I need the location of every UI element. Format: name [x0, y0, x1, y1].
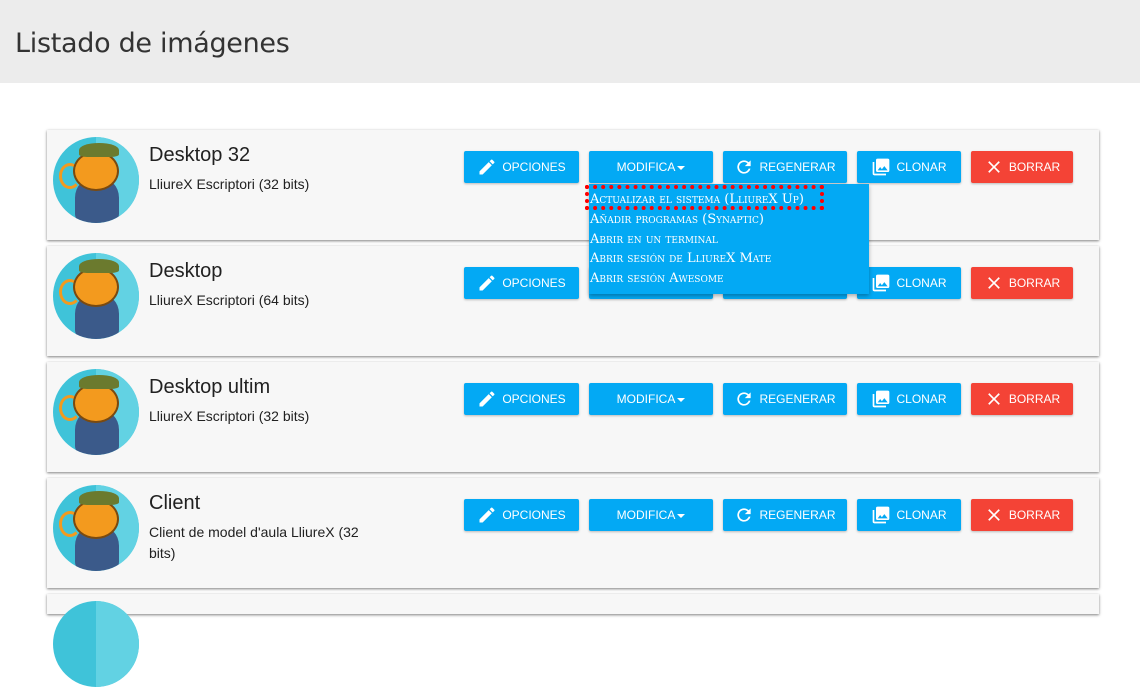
close-icon: [984, 389, 1004, 409]
image-description: LliureX Escriptori (32 bits): [149, 176, 310, 192]
delete-button[interactable]: BORRAR: [971, 383, 1073, 415]
photo-library-icon: [871, 157, 891, 177]
lliurex-mascot-avatar: [53, 137, 139, 223]
menu-item-open-terminal[interactable]: Abrir en un terminal: [589, 230, 718, 250]
pencil-icon: [477, 389, 497, 409]
regenerate-button[interactable]: REGENERAR: [723, 383, 847, 415]
pencil-icon: [477, 505, 497, 525]
options-label: OPCIONES: [502, 276, 566, 290]
modify-label: MODIFICA: [616, 392, 676, 406]
image-card: Desktop LliureX Escriptori (64 bits) OPC…: [47, 246, 1099, 356]
modify-dropdown-button[interactable]: MODIFICA: [589, 499, 713, 531]
delete-label: BORRAR: [1008, 276, 1061, 290]
image-title: Desktop 32: [149, 144, 251, 166]
refresh-icon: [734, 505, 754, 525]
menu-item-open-awesome-session[interactable]: Abrir sesión Awesome: [589, 269, 724, 289]
close-icon: [984, 505, 1004, 525]
menu-item-update-system[interactable]: Actualizar el sistema (LliureX Up): [589, 190, 804, 210]
delete-button[interactable]: BORRAR: [971, 267, 1073, 299]
refresh-icon: [734, 157, 754, 177]
options-button[interactable]: OPCIONES: [464, 267, 579, 299]
options-label: OPCIONES: [502, 160, 566, 174]
delete-label: BORRAR: [1008, 508, 1061, 522]
photo-library-icon: [871, 273, 891, 293]
image-card: Desktop ultim LliureX Escriptori (32 bit…: [47, 362, 1099, 472]
lliurex-mascot-avatar: [53, 253, 139, 339]
modify-dropdown-button[interactable]: MODIFICA: [589, 151, 713, 183]
modify-label: MODIFICA: [616, 160, 676, 174]
caret-down-icon: [677, 166, 686, 170]
options-button[interactable]: OPCIONES: [464, 151, 579, 183]
delete-label: BORRAR: [1008, 392, 1061, 406]
image-card: [47, 594, 1099, 687]
lliurex-mascot-avatar: [53, 485, 139, 571]
options-button[interactable]: OPCIONES: [464, 499, 579, 531]
pencil-icon: [477, 273, 497, 293]
options-button[interactable]: OPCIONES: [464, 383, 579, 415]
image-description: LliureX Escriptori (64 bits): [149, 292, 310, 308]
image-description: LliureX Escriptori (32 bits): [149, 408, 310, 424]
pencil-icon: [477, 157, 497, 177]
caret-down-icon: [677, 514, 686, 518]
delete-button[interactable]: BORRAR: [971, 151, 1073, 183]
image-title: Desktop ultim: [149, 376, 271, 398]
regenerate-label: REGENERAR: [759, 392, 836, 406]
clone-label: CLONAR: [896, 508, 947, 522]
clone-button[interactable]: CLONAR: [857, 151, 961, 183]
photo-library-icon: [871, 505, 891, 525]
delete-button[interactable]: BORRAR: [971, 499, 1073, 531]
refresh-icon: [734, 389, 754, 409]
regenerate-button[interactable]: REGENERAR: [723, 499, 847, 531]
modify-dropdown-menu: Actualizar el sistema (LliureX Up) Añadi…: [589, 184, 869, 294]
clone-button[interactable]: CLONAR: [857, 383, 961, 415]
image-card: Desktop 32 LliureX Escriptori (32 bits) …: [47, 130, 1099, 240]
menu-item-add-programs[interactable]: Añadir programas (Synaptic): [589, 210, 764, 230]
modify-label: MODIFICA: [616, 508, 676, 522]
delete-label: BORRAR: [1008, 160, 1061, 174]
options-label: OPCIONES: [502, 392, 566, 406]
photo-library-icon: [871, 389, 891, 409]
clone-button[interactable]: CLONAR: [857, 499, 961, 531]
clone-label: CLONAR: [896, 160, 947, 174]
image-title: Desktop: [149, 260, 223, 282]
image-list: Desktop 32 LliureX Escriptori (32 bits) …: [47, 130, 1099, 687]
clone-label: CLONAR: [896, 392, 947, 406]
menu-item-open-mate-session[interactable]: Abrir sesión de LliureX Mate: [589, 249, 771, 269]
app-header: Listado de imágenes: [0, 0, 1140, 83]
lliurex-mascot-avatar: [53, 369, 139, 455]
image-description: Client de model d'aula LliureX (32 bits): [149, 524, 359, 561]
close-icon: [984, 157, 1004, 177]
clone-label: CLONAR: [896, 276, 947, 290]
clone-button[interactable]: CLONAR: [857, 267, 961, 299]
regenerate-label: REGENERAR: [759, 160, 836, 174]
caret-down-icon: [677, 398, 686, 402]
options-label: OPCIONES: [502, 508, 566, 522]
close-icon: [984, 273, 1004, 293]
page-title: Listado de imágenes: [15, 28, 290, 59]
regenerate-button[interactable]: REGENERAR: [723, 151, 847, 183]
regenerate-label: REGENERAR: [759, 508, 836, 522]
lliurex-mascot-avatar: [53, 601, 139, 687]
image-title: Client: [149, 492, 201, 514]
modify-dropdown-button[interactable]: MODIFICA: [589, 383, 713, 415]
image-card: Client Client de model d'aula LliureX (3…: [47, 478, 1099, 588]
